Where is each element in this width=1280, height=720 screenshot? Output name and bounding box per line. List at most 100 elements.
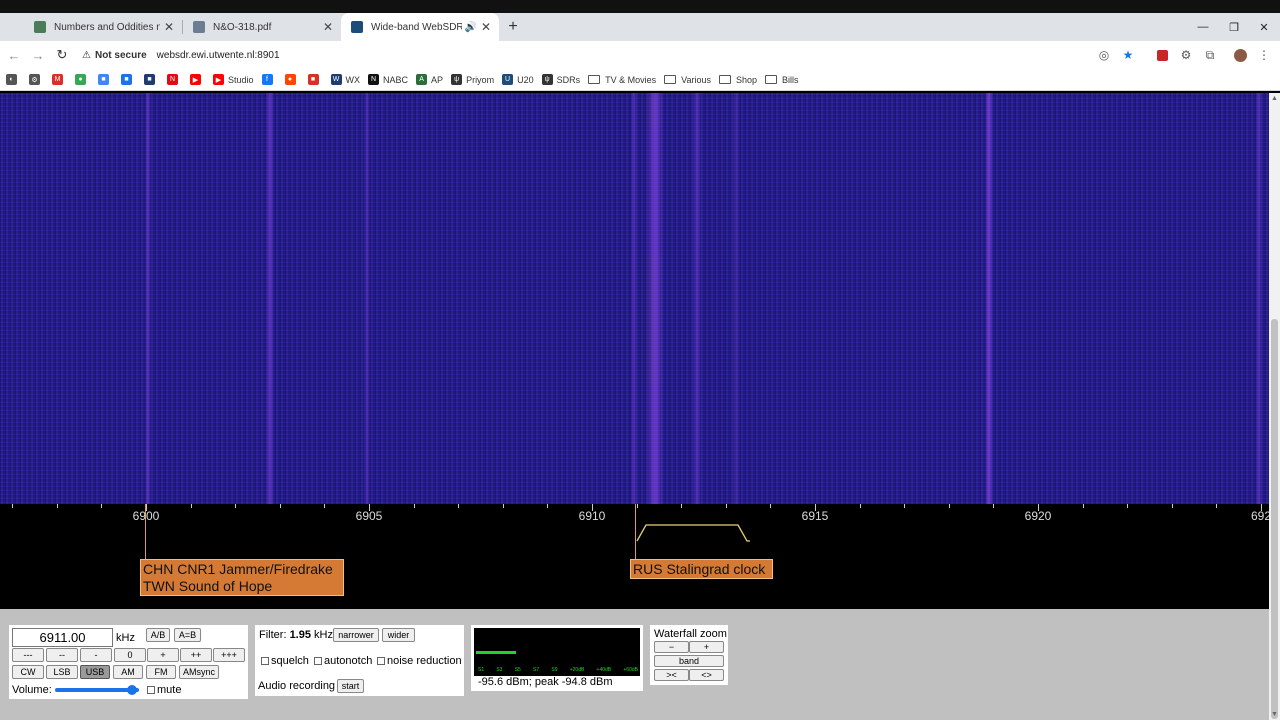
bookmark-item[interactable]: ■: [98, 74, 113, 85]
mode-amsync-button[interactable]: AMsync: [179, 665, 219, 679]
folder-icon: [765, 75, 778, 84]
zoom-out-button[interactable]: −: [654, 641, 689, 653]
wider-button[interactable]: wider: [382, 628, 415, 642]
zoom-band-button[interactable]: band: [654, 655, 724, 667]
waterfall-signal-line: [1256, 93, 1262, 504]
tab-close-icon[interactable]: ✕: [164, 20, 174, 34]
zoom-right-button[interactable]: <>: [689, 669, 724, 681]
antenna-icon: ψ: [451, 74, 463, 85]
scale-tick: [12, 504, 14, 508]
mode-fm-button[interactable]: FM: [146, 665, 176, 679]
bookmark-item[interactable]: U U20: [502, 74, 534, 85]
tab-pdf[interactable]: N&O-318.pdf ✕: [183, 13, 341, 41]
bookmark-item[interactable]: f: [261, 74, 277, 85]
scroll-down-icon[interactable]: ▼: [1269, 709, 1280, 720]
forward-icon[interactable]: →: [26, 43, 50, 67]
step-up-3-button[interactable]: +++: [213, 648, 245, 662]
reload-icon[interactable]: ↻: [50, 43, 74, 67]
tab-close-icon[interactable]: ✕: [323, 20, 333, 34]
station-label-chn-twn[interactable]: CHN CNR1 Jammer/Firedrake TWN Sound of H…: [140, 559, 344, 596]
scale-tick: [235, 504, 237, 508]
checkbox-box[interactable]: [261, 657, 269, 665]
step-zero-button[interactable]: 0: [114, 648, 146, 662]
speaker-icon[interactable]: 🔊: [464, 22, 476, 33]
step-down-3-button[interactable]: ---: [12, 648, 44, 662]
bookmark-item[interactable]: ψ SDRs: [541, 74, 580, 85]
checkbox-box[interactable]: [377, 657, 385, 665]
step-up-2-button[interactable]: ++: [180, 648, 212, 662]
bookmark-item[interactable]: ■: [121, 74, 136, 85]
bookmark-item[interactable]: ■: [307, 74, 323, 85]
bookmark-item[interactable]: Bills: [765, 75, 799, 85]
scrollbar-thumb[interactable]: [1271, 319, 1278, 719]
smeter-scale-label: S7: [533, 667, 540, 673]
step-down-1-button[interactable]: -: [80, 648, 112, 662]
scale-label: 6910: [578, 509, 606, 523]
bookmark-item[interactable]: ▶: [190, 74, 205, 85]
checkbox-box[interactable]: [314, 657, 322, 665]
a-equals-b-button[interactable]: A=B: [174, 628, 201, 642]
vertical-scrollbar[interactable]: ▲ ▼: [1269, 93, 1280, 720]
bookmark-item[interactable]: Shop: [718, 75, 757, 85]
bookmark-item[interactable]: M: [52, 74, 67, 85]
bookmark-item[interactable]: ▶ Studio: [213, 74, 254, 85]
mode-am-button[interactable]: AM: [113, 665, 143, 679]
bookmark-label: Priyom: [466, 74, 495, 85]
bookmark-item[interactable]: ψ Priyom: [451, 74, 494, 85]
mode-usb-button[interactable]: USB: [80, 665, 110, 679]
bookmark-item[interactable]: TV & Movies: [588, 75, 656, 85]
frequency-input[interactable]: 6911.00: [12, 628, 113, 647]
zoom-left-button[interactable]: ><: [654, 669, 689, 681]
eye-off-icon[interactable]: ◎: [1092, 43, 1116, 67]
new-tab-button[interactable]: +: [499, 13, 527, 41]
bookmark-item[interactable]: A AP: [416, 74, 443, 85]
puzzle-icon[interactable]: ⧉: [1198, 43, 1222, 67]
security-status[interactable]: Not secure: [95, 50, 147, 61]
bookmark-item[interactable]: ■: [144, 74, 159, 85]
bookmark-item[interactable]: ●: [75, 74, 90, 85]
narrower-button[interactable]: narrower: [333, 628, 379, 642]
step-up-1-button[interactable]: +: [147, 648, 179, 662]
ab-swap-button[interactable]: A/B: [146, 628, 170, 642]
bookmark-item[interactable]: ●: [284, 74, 300, 85]
squelch-checkbox[interactable]: squelch: [261, 655, 309, 667]
mode-lsb-button[interactable]: LSB: [46, 665, 78, 679]
zoom-in-button[interactable]: +: [689, 641, 724, 653]
bookmark-item[interactable]: N NABC: [368, 74, 408, 85]
star-icon[interactable]: ★: [1116, 43, 1140, 67]
tab-title: Numbers and Oddities newslett: [54, 21, 160, 33]
tab-numbers-oddities[interactable]: Numbers and Oddities newslett ✕: [24, 13, 182, 41]
tab-websdr[interactable]: Wide-band WebSDR in Ens 🔊 ✕: [341, 13, 499, 41]
mute-checkbox[interactable]: mute: [147, 684, 181, 696]
mode-cw-button[interactable]: CW: [12, 665, 44, 679]
bookmark-item[interactable]: Various: [664, 75, 711, 85]
tab-close-icon[interactable]: ✕: [481, 20, 491, 34]
recording-start-button[interactable]: start: [337, 679, 364, 693]
step-down-2-button[interactable]: --: [46, 648, 78, 662]
back-icon[interactable]: ←: [2, 43, 26, 67]
bookmark-item[interactable]: W WX: [330, 74, 360, 85]
checkbox-box[interactable]: [147, 686, 155, 694]
url-text[interactable]: websdr.ewi.utwente.nl:8901: [157, 50, 280, 61]
extension-red-icon[interactable]: [1150, 43, 1174, 67]
menu-kebab-icon[interactable]: ⋮: [1252, 43, 1276, 67]
bookmark-item[interactable]: ⚙: [29, 74, 44, 85]
scroll-up-icon[interactable]: ▲: [1269, 93, 1280, 104]
minimize-button[interactable]: —: [1187, 13, 1219, 41]
restore-button[interactable]: ❐: [1218, 13, 1250, 41]
station-label-rus[interactable]: RUS Stalingrad clock: [630, 559, 773, 579]
mute-label: mute: [157, 684, 182, 696]
smeter-scale-label: +40dB: [596, 667, 612, 673]
window-close-button[interactable]: ✕: [1248, 13, 1280, 41]
bookmark-item[interactable]: N: [167, 74, 182, 85]
bookmark-item[interactable]: ◐: [6, 74, 21, 85]
profile-avatar-icon[interactable]: [1228, 43, 1252, 67]
omnibox[interactable]: ⚠ Not secure websdr.ewi.utwente.nl:8901: [82, 44, 280, 66]
waterfall-display[interactable]: [0, 93, 1269, 504]
extension-gray-icon[interactable]: ⚙: [1174, 43, 1198, 67]
smeter-readout: -95.6 dBm; peak -94.8 dBm: [478, 676, 613, 688]
autonotch-checkbox[interactable]: autonotch: [314, 655, 372, 667]
bookmark-label: Various: [681, 74, 711, 85]
station-marker-line: [635, 504, 636, 561]
noise-reduction-checkbox[interactable]: noise reduction: [377, 655, 462, 667]
